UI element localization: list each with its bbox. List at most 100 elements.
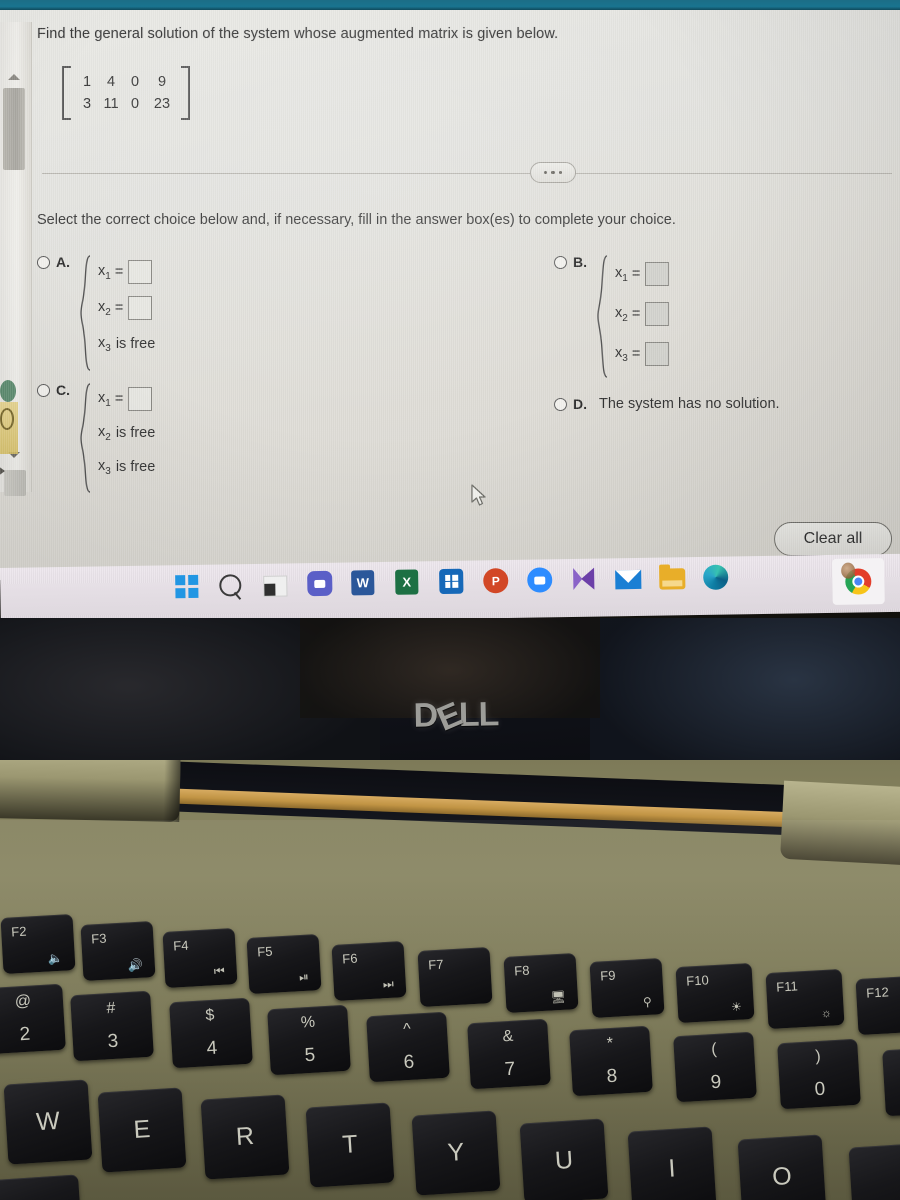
matrix-cell: 9	[157, 74, 167, 90]
mouse-pointer-icon	[471, 484, 488, 512]
answer-input-c1[interactable]	[128, 387, 153, 411]
key-r[interactable]: R	[200, 1094, 290, 1180]
answer-input-a2[interactable]	[128, 296, 153, 320]
zoom-icon[interactable]	[527, 567, 554, 594]
augmented-matrix: 1 4 0 9 3 11 0 23	[62, 66, 190, 120]
key-4[interactable]: $ 4	[169, 997, 253, 1069]
key-f10[interactable]: F10 ☀	[675, 962, 755, 1024]
microsoft-excel-icon[interactable]: X	[395, 569, 422, 596]
choice-a-equations: x1 = x2 = x3 is free	[92, 254, 155, 362]
scrollbar-thumb[interactable]	[3, 88, 25, 170]
key-f3[interactable]: F3 🔊	[80, 921, 156, 981]
google-chrome-icon[interactable]	[831, 558, 885, 605]
choice-c-equations: x1 = x2 is free x3 is free	[92, 382, 155, 484]
key-o[interactable]: O	[737, 1134, 827, 1200]
key-e[interactable]: E	[97, 1087, 187, 1173]
answer-input-b1[interactable]	[645, 262, 670, 286]
key-f12[interactable]: F12	[855, 974, 900, 1036]
key-0[interactable]: ) 0	[777, 1038, 861, 1110]
windows-start-icon[interactable]	[175, 573, 202, 600]
search-icon[interactable]	[219, 572, 246, 599]
radio-button-b[interactable]	[554, 256, 567, 269]
volume-high-icon: 🔊	[127, 957, 144, 973]
key-f8[interactable]: F8 🖥	[503, 953, 579, 1013]
equation-row: x3 is free	[98, 450, 155, 484]
answer-input-a1[interactable]	[128, 260, 153, 284]
variable-label: x3	[98, 334, 111, 354]
key-f9[interactable]: F9 ⚲	[589, 958, 665, 1018]
choice-a[interactable]: A. x1 = x2 = x3 is free	[37, 254, 155, 371]
mail-icon[interactable]	[615, 566, 642, 593]
scrollbar-corner-box	[4, 470, 26, 496]
key-w[interactable]: W	[3, 1079, 93, 1165]
key-i[interactable]: I	[627, 1126, 717, 1200]
key-u[interactable]: U	[519, 1118, 609, 1200]
microsoft-word-icon[interactable]: W	[351, 570, 378, 597]
search-icon: ⚲	[642, 994, 653, 1010]
key-3[interactable]: # 3	[70, 990, 154, 1062]
variable-label: x2	[98, 298, 111, 318]
choice-c[interactable]: C. x1 = x2 is free x3 is free	[37, 382, 155, 493]
key-9[interactable]: ( 9	[673, 1031, 757, 1103]
radio-button-c[interactable]	[37, 384, 50, 397]
equation-row: x3 is free	[98, 326, 155, 362]
microsoft-edge-icon[interactable]	[703, 564, 730, 592]
equation-row: x2 =	[98, 290, 155, 326]
key-minus[interactable]	[882, 1045, 900, 1117]
matrix-cell: 0	[130, 96, 140, 112]
key-f7[interactable]: F7	[417, 947, 493, 1007]
edge-decoration-green	[0, 380, 16, 402]
equation-row: x1 =	[615, 254, 670, 294]
panel-collapse-arrow-icon[interactable]	[0, 466, 5, 476]
equation-row: x3 =	[615, 334, 670, 374]
matrix-row: 3 11 0 23	[75, 93, 177, 115]
microsoft-store-icon[interactable]	[439, 568, 466, 596]
variable-label: x2	[98, 423, 111, 443]
ellipsis-icon[interactable]	[530, 162, 576, 183]
key-p[interactable]	[848, 1142, 900, 1200]
matrix-cell: 11	[103, 96, 119, 112]
equation-row: x2 is free	[98, 416, 155, 450]
key-caps-lock[interactable]	[0, 1174, 82, 1200]
clear-all-button[interactable]: Clear all	[774, 522, 892, 556]
left-brace-icon	[80, 254, 92, 371]
variable-label: x3	[615, 344, 628, 364]
scroll-up-arrow-icon[interactable]	[8, 74, 20, 80]
key-f5[interactable]: F5 ⏯	[246, 934, 322, 994]
radio-button-d[interactable]	[554, 398, 567, 411]
choice-d-text: The system has no solution.	[599, 396, 780, 412]
laptop-keyboard: F2 🔈 F3 🔊 F4 ⏮ F5 ⏯ F6 ⏭ F7 F8 🖥 F9 ⚲ F1…	[0, 760, 900, 1200]
folder-icon[interactable]	[659, 565, 686, 592]
file-explorer-icon[interactable]	[263, 571, 290, 598]
visual-studio-icon[interactable]	[571, 567, 598, 594]
key-7[interactable]: & 7	[467, 1018, 551, 1090]
microsoft-powerpoint-icon[interactable]: P	[483, 568, 510, 595]
play-pause-icon: ⏯	[298, 969, 310, 985]
key-2[interactable]: @ 2	[0, 983, 66, 1055]
microsoft-teams-icon[interactable]	[307, 570, 334, 598]
choice-b[interactable]: B. x1 = x2 = x3 =	[554, 254, 670, 378]
key-f4[interactable]: F4 ⏮	[162, 928, 238, 988]
key-f11[interactable]: F11 ☼	[765, 968, 845, 1030]
key-8[interactable]: * 8	[569, 1025, 653, 1097]
key-6[interactable]: ^ 6	[366, 1011, 450, 1083]
variable-label: x3	[98, 457, 111, 477]
answer-input-b3[interactable]	[645, 342, 670, 366]
edge-decoration-ring	[0, 408, 14, 430]
key-5[interactable]: % 5	[267, 1004, 351, 1076]
answer-input-b2[interactable]	[645, 302, 670, 326]
radio-button-a[interactable]	[37, 256, 50, 269]
matrix-right-bracket	[181, 66, 190, 120]
key-t[interactable]: T	[305, 1102, 395, 1188]
exercise-content: Find the general solution of the system …	[34, 14, 900, 574]
choice-a-letter: A.	[56, 254, 70, 270]
variable-label: x1	[98, 262, 111, 282]
key-f6[interactable]: F6 ⏭	[331, 941, 407, 1001]
key-f2[interactable]: F2 🔈	[0, 914, 76, 974]
choice-b-equations: x1 = x2 = x3 =	[609, 254, 670, 374]
volume-low-icon: 🔈	[47, 950, 64, 966]
choice-d[interactable]: D. The system has no solution.	[554, 396, 780, 412]
equation-row: x2 =	[615, 294, 670, 334]
free-variable-text: is free	[115, 425, 156, 441]
key-y[interactable]: Y	[411, 1110, 501, 1196]
